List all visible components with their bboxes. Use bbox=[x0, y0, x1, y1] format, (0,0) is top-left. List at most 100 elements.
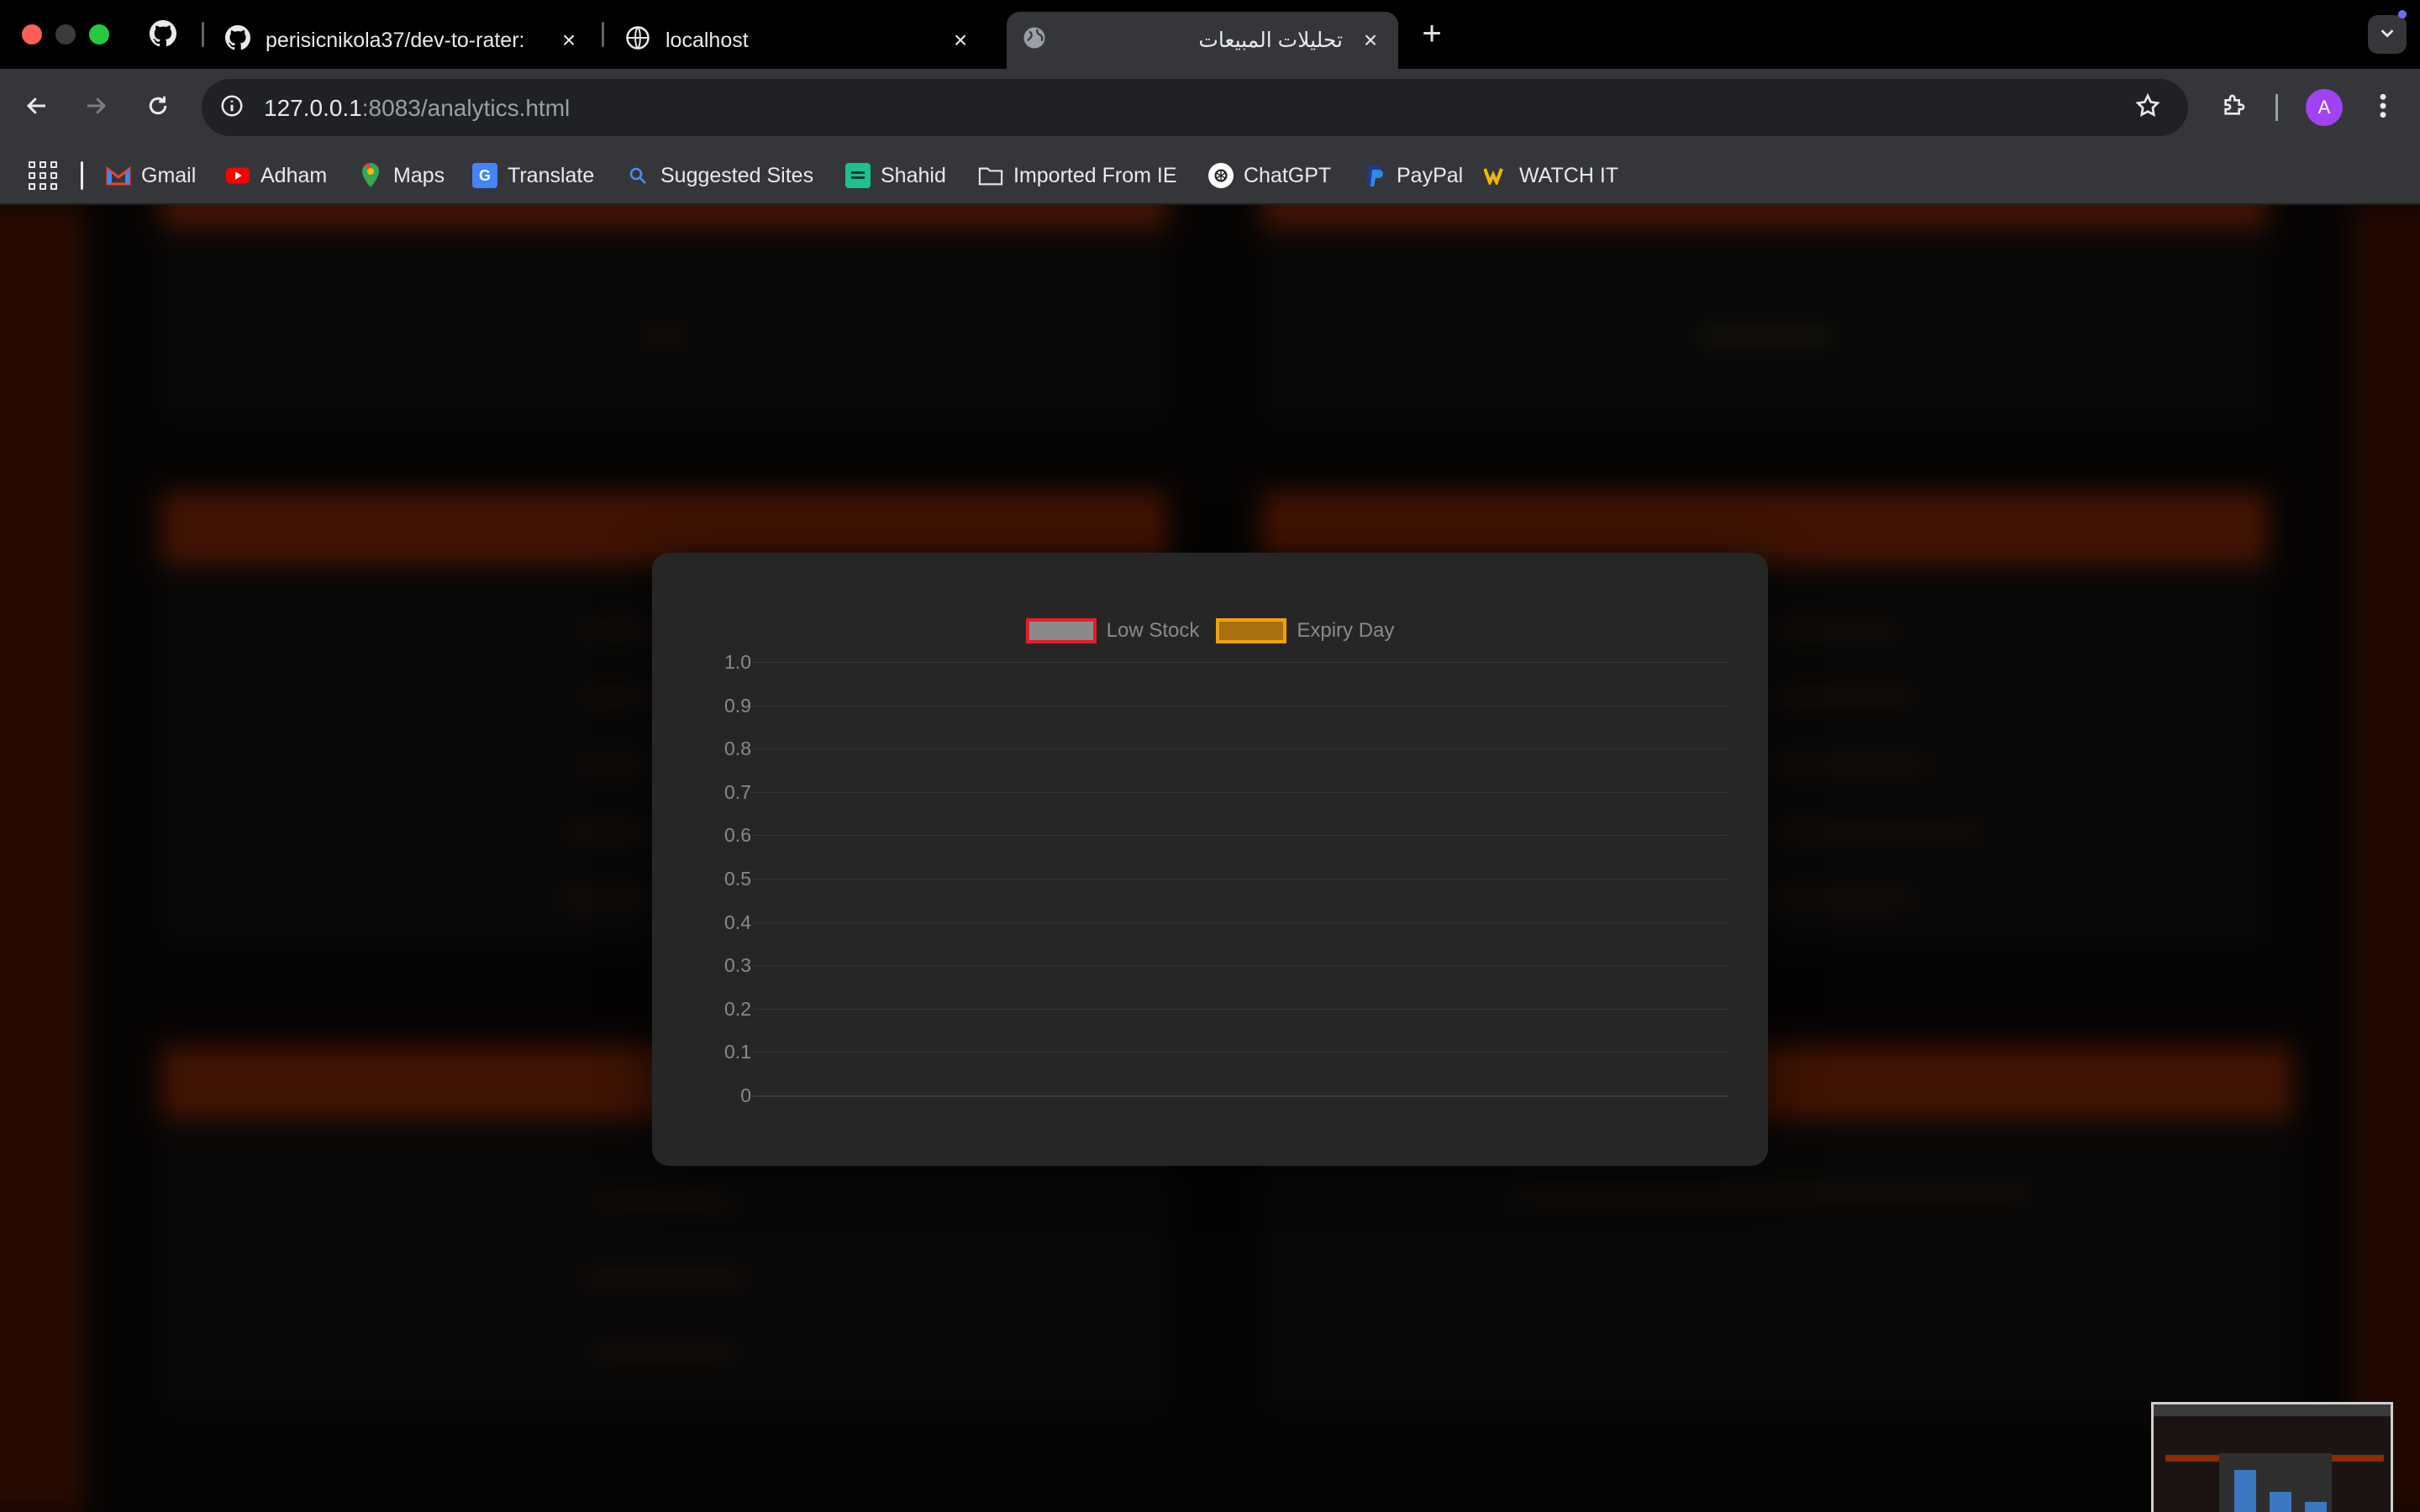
tab-dev-to-rater[interactable]: perisicnikola37/dev-to-rater: × bbox=[210, 12, 597, 69]
y-tick-label: 0.1 bbox=[724, 1041, 751, 1063]
close-icon[interactable]: × bbox=[1358, 27, 1383, 53]
legend-swatch bbox=[1025, 618, 1097, 643]
y-tick-label: 0.6 bbox=[724, 824, 751, 847]
close-icon[interactable]: × bbox=[948, 27, 973, 53]
tab-title: localhost bbox=[666, 28, 749, 52]
bookmark-label: Suggested Sites bbox=[660, 163, 814, 187]
legend-item[interactable]: Low Stock bbox=[1025, 618, 1200, 643]
tab-localhost[interactable]: localhost × bbox=[610, 12, 988, 69]
reload-icon bbox=[145, 93, 171, 123]
github-icon bbox=[225, 24, 250, 56]
browser-toolbar: 127.0.0.1:8083/analytics.html A bbox=[0, 69, 2420, 146]
bookmark-label: Adham bbox=[260, 163, 328, 187]
arrow-right-icon bbox=[83, 93, 108, 123]
bookmark-label: Imported From IE bbox=[1013, 163, 1177, 187]
bookmark-suggested-sites[interactable]: Suggested Sites bbox=[625, 158, 813, 193]
globe-icon bbox=[1022, 25, 1047, 56]
y-tick-label: 0.8 bbox=[724, 738, 751, 760]
bookmark-label: Gmail bbox=[141, 163, 197, 187]
watchit-icon bbox=[1484, 163, 1509, 188]
bookmarks-bar: Gmail Adham Maps G Translate Suggested S… bbox=[0, 146, 2420, 205]
search-icon bbox=[625, 163, 650, 188]
bookmark-maps[interactable]: Maps bbox=[358, 158, 445, 193]
gridline bbox=[753, 1052, 1728, 1053]
y-tick-label: 0.9 bbox=[724, 694, 751, 717]
window-thumbnail[interactable] bbox=[2151, 1402, 2393, 1512]
bookmark-paypal[interactable]: PayPal bbox=[1361, 158, 1463, 193]
gridline bbox=[753, 835, 1728, 837]
bookmark-translate[interactable]: G Translate bbox=[472, 158, 594, 193]
tab-strip: perisicnikola37/dev-to-rater: × localhos… bbox=[0, 0, 2420, 69]
site-info-button[interactable] bbox=[213, 89, 250, 126]
globe-icon bbox=[625, 25, 650, 56]
info-icon bbox=[219, 93, 245, 123]
bookmark-chatgpt[interactable]: ChatGPT bbox=[1208, 158, 1331, 193]
bookmark-gmail[interactable]: Gmail bbox=[106, 158, 196, 193]
chart-legend: Low Stock Expiry Day bbox=[652, 618, 1768, 643]
star-icon bbox=[2134, 92, 2161, 123]
tab-title: perisicnikola37/dev-to-rater: bbox=[266, 28, 525, 52]
youtube-icon bbox=[225, 163, 250, 188]
bookmark-watch-it[interactable]: WATCH IT bbox=[1484, 158, 1618, 193]
forward-button[interactable] bbox=[76, 87, 116, 128]
x-axis-line bbox=[753, 1095, 1728, 1097]
gmail-icon bbox=[106, 163, 131, 188]
page-viewport: Low Stock Expiry Day 1.0 0.9 0.8 0.7 0.6 0.5 0.… bbox=[0, 205, 2420, 1512]
url-text[interactable]: 127.0.0.1:8083/analytics.html bbox=[264, 95, 570, 122]
notification-dot bbox=[2398, 10, 2407, 18]
window-zoom-button[interactable] bbox=[89, 24, 109, 45]
bookmark-star-button[interactable] bbox=[2131, 91, 2165, 124]
profile-avatar[interactable]: A bbox=[2306, 89, 2343, 126]
bookmark-adham[interactable]: Adham bbox=[225, 158, 327, 193]
url-path: :8083/analytics.html bbox=[361, 95, 571, 121]
gridline bbox=[753, 662, 1728, 663]
more-vertical-icon bbox=[2379, 92, 2387, 123]
gridline bbox=[753, 748, 1728, 750]
reload-button[interactable] bbox=[138, 87, 178, 128]
window-close-button[interactable] bbox=[22, 24, 42, 45]
bookmark-label: Shahid bbox=[881, 163, 946, 187]
tab-separator bbox=[602, 22, 604, 47]
y-tick-label: 0 bbox=[740, 1084, 751, 1106]
extensions-button[interactable] bbox=[2213, 87, 2254, 128]
paypal-icon bbox=[1361, 163, 1386, 188]
address-bar[interactable]: 127.0.0.1:8083/analytics.html bbox=[202, 79, 2188, 136]
y-tick-label: 0.5 bbox=[724, 868, 751, 890]
bookmark-label: Maps bbox=[393, 163, 445, 187]
window-minimize-button[interactable] bbox=[55, 24, 76, 45]
chatgpt-icon bbox=[1208, 163, 1234, 188]
gridline bbox=[753, 1008, 1728, 1010]
apps-grid-icon[interactable] bbox=[29, 161, 57, 190]
y-tick-label: 0.4 bbox=[724, 911, 751, 933]
legend-label: Expiry Day bbox=[1297, 619, 1395, 642]
y-tick-label: 0.7 bbox=[724, 780, 751, 803]
bookmark-folder-imported-from-ie[interactable]: Imported From IE bbox=[978, 158, 1177, 193]
bookmark-label: PayPal bbox=[1397, 163, 1464, 187]
bookmarks-separator bbox=[81, 161, 83, 190]
close-icon[interactable]: × bbox=[556, 27, 581, 53]
new-tab-button[interactable]: + bbox=[1415, 15, 1449, 52]
maps-icon bbox=[358, 163, 383, 188]
translate-icon: G bbox=[472, 163, 497, 188]
legend-label: Low Stock bbox=[1106, 619, 1200, 642]
legend-swatch bbox=[1216, 618, 1287, 643]
chevron-down-icon bbox=[2378, 24, 2396, 46]
bookmark-label: Translate bbox=[508, 163, 595, 187]
tab-search-button[interactable] bbox=[2368, 15, 2407, 54]
y-tick-label: 0.3 bbox=[724, 954, 751, 977]
chart-modal: Low Stock Expiry Day 1.0 0.9 0.8 0.7 0.6 0.5 0.… bbox=[652, 553, 1768, 1166]
bookmark-shahid[interactable]: Shahid bbox=[845, 158, 946, 193]
y-tick-label: 1.0 bbox=[724, 651, 751, 673]
bookmark-label: ChatGPT bbox=[1244, 163, 1332, 187]
browser-menu-button[interactable] bbox=[2366, 87, 2400, 128]
pinned-tab-github[interactable] bbox=[148, 19, 178, 50]
legend-item[interactable]: Expiry Day bbox=[1216, 618, 1394, 643]
gridline bbox=[753, 965, 1728, 967]
url-host: 127.0.0.1 bbox=[264, 95, 362, 121]
tab-title: تحليلات المبيعات bbox=[1198, 29, 1343, 52]
gridline bbox=[753, 791, 1728, 793]
folder-icon bbox=[978, 163, 1003, 188]
tab-sales-analytics[interactable]: تحليلات المبيعات × bbox=[1007, 12, 1398, 69]
shahid-icon bbox=[845, 163, 871, 188]
back-button[interactable] bbox=[17, 87, 57, 128]
